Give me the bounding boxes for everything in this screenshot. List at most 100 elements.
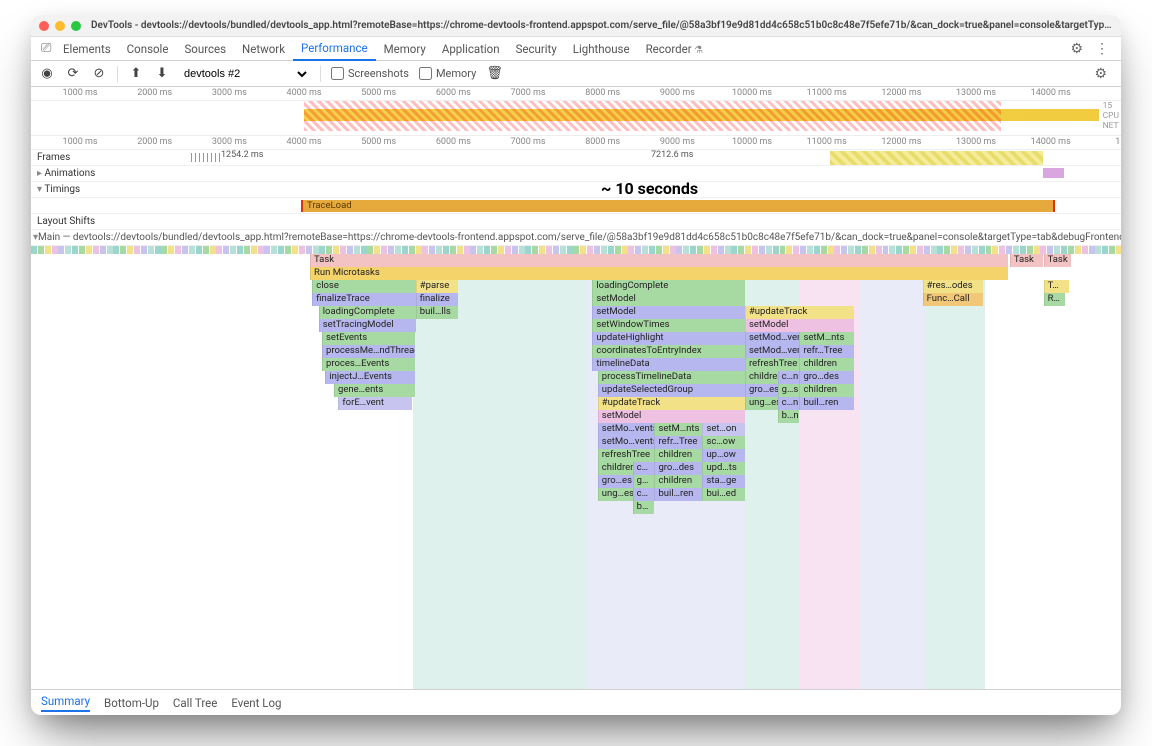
- flame-event[interactable]: updateSelectedGroup: [598, 384, 745, 397]
- flame-event[interactable]: c…n: [778, 397, 800, 410]
- upload-icon[interactable]: ⬆: [128, 66, 144, 81]
- flame-event[interactable]: #res…odes: [923, 280, 983, 293]
- flame-event[interactable]: ung…es: [745, 397, 778, 410]
- flame-event[interactable]: timelineData: [592, 358, 745, 371]
- flame-event[interactable]: children: [745, 371, 778, 384]
- animations-track[interactable]: Animations: [31, 166, 1121, 182]
- maximize-window-icon[interactable]: [71, 21, 81, 31]
- tab-sources[interactable]: Sources: [176, 38, 234, 60]
- flame-event[interactable]: setModel: [598, 410, 745, 423]
- flame-event[interactable]: bui…ed: [702, 488, 745, 501]
- flame-event[interactable]: ung…es: [598, 488, 633, 501]
- flame-event[interactable]: Run Microtasks: [310, 267, 1008, 280]
- flame-event[interactable]: proces…Events: [322, 358, 415, 371]
- tab-performance[interactable]: Performance: [293, 37, 376, 61]
- tab-recorder[interactable]: Recorder: [638, 38, 712, 60]
- screenshots-checkbox[interactable]: Screenshots: [331, 67, 409, 80]
- tab-memory[interactable]: Memory: [376, 38, 434, 60]
- flame-event[interactable]: R…: [1044, 293, 1066, 306]
- flame-event[interactable]: Task: [310, 254, 1008, 267]
- main-thread-header[interactable]: Main — devtools://devtools/bundled/devto…: [31, 230, 1121, 246]
- flame-event[interactable]: gro…es: [598, 475, 633, 488]
- inspect-element-icon[interactable]: ⎚: [37, 41, 55, 56]
- flame-event[interactable]: sta…ge: [702, 475, 745, 488]
- flame-chart[interactable]: TaskTaskTaskRun Microtasksclose#parseloa…: [31, 246, 1121, 689]
- cpu-overview[interactable]: 15 CPU NET: [31, 101, 1121, 131]
- flame-event[interactable]: buil…lls: [416, 306, 459, 319]
- flame-event[interactable]: setModel: [592, 293, 745, 306]
- flame-event[interactable]: coordinatesToEntryIndex: [592, 345, 745, 358]
- flame-event[interactable]: close: [312, 280, 416, 293]
- flame-event[interactable]: finalize: [416, 293, 459, 306]
- flame-event[interactable]: finalizeTrace: [312, 293, 416, 306]
- flame-event[interactable]: setMo…vents: [598, 423, 655, 436]
- tab-elements[interactable]: Elements: [55, 38, 119, 60]
- flame-event[interactable]: children: [799, 384, 854, 397]
- flame-event[interactable]: refreshTree: [745, 358, 800, 371]
- kebab-menu-icon[interactable]: ⋮: [1089, 41, 1115, 57]
- flame-event[interactable]: setMod…vents: [745, 345, 800, 358]
- flame-event[interactable]: forE…vent: [338, 397, 412, 410]
- flame-event[interactable]: refr…Tree: [654, 436, 702, 449]
- tab-security[interactable]: Security: [508, 38, 565, 60]
- tab-application[interactable]: Application: [434, 38, 508, 60]
- tab-network[interactable]: Network: [234, 38, 293, 60]
- capture-settings-gear-icon[interactable]: ⚙: [1088, 66, 1113, 82]
- flame-event[interactable]: Func…Call: [923, 293, 983, 306]
- flame-event[interactable]: gro…es: [745, 384, 778, 397]
- flame-event[interactable]: g…: [633, 475, 655, 488]
- flame-event[interactable]: Task: [1044, 254, 1071, 267]
- flame-event[interactable]: gene…ents: [334, 384, 415, 397]
- reload-icon[interactable]: ⟳: [65, 66, 81, 81]
- flame-event[interactable]: upd…ts: [702, 462, 745, 475]
- flame-event[interactable]: setTracingModel: [319, 319, 416, 332]
- flame-event[interactable]: injectJ…Events: [325, 371, 414, 384]
- flame-event[interactable]: Task: [1010, 254, 1043, 267]
- tab-call-tree[interactable]: Call Tree: [173, 696, 217, 710]
- tab-lighthouse[interactable]: Lighthouse: [565, 38, 638, 60]
- trash-icon[interactable]: 🗑: [486, 66, 502, 81]
- flame-event[interactable]: setEvents: [322, 332, 415, 345]
- tab-summary[interactable]: Summary: [41, 694, 90, 712]
- flame-event[interactable]: setMod…vents: [745, 332, 800, 345]
- flame-event[interactable]: refreshTree: [598, 449, 655, 462]
- flame-event[interactable]: gro…des: [799, 371, 854, 384]
- flame-event[interactable]: setModel: [592, 306, 745, 319]
- overview-ruler[interactable]: 1000 ms2000 ms3000 ms4000 ms5000 ms6000 …: [31, 87, 1121, 101]
- flame-event[interactable]: b…n: [778, 410, 800, 423]
- session-select[interactable]: devtools #2: [180, 67, 310, 81]
- tab-bottom-up[interactable]: Bottom-Up: [104, 696, 159, 710]
- flame-event[interactable]: sc…ow: [702, 436, 745, 449]
- close-window-icon[interactable]: [39, 21, 49, 31]
- flame-event[interactable]: set…on: [702, 423, 745, 436]
- frames-track[interactable]: Frames 1254.2 ms 7212.6 ms: [31, 150, 1121, 166]
- main-ruler[interactable]: 1000 ms2000 ms3000 ms4000 ms5000 ms6000 …: [31, 136, 1121, 150]
- clear-icon[interactable]: ⊘: [91, 66, 107, 81]
- flame-event[interactable]: setMo…vents: [598, 436, 655, 449]
- flame-event[interactable]: setWindowTimes: [592, 319, 745, 332]
- flame-event[interactable]: processMe…ndThreads: [322, 345, 415, 358]
- flame-event[interactable]: setM…nts: [654, 423, 702, 436]
- flame-event[interactable]: #updateTrack: [745, 306, 854, 319]
- flame-event[interactable]: #updateTrack: [598, 397, 745, 410]
- flame-event[interactable]: c…n: [778, 371, 800, 384]
- flame-event[interactable]: updateHighlight: [592, 332, 745, 345]
- flame-event[interactable]: children: [654, 475, 702, 488]
- flame-event[interactable]: refr…Tree: [799, 345, 854, 358]
- flame-event[interactable]: setM…nts: [799, 332, 854, 345]
- flame-event[interactable]: gro…des: [654, 462, 702, 475]
- flame-event[interactable]: loadingComplete: [319, 306, 416, 319]
- memory-checkbox[interactable]: Memory: [419, 67, 476, 80]
- flame-event[interactable]: children: [654, 449, 702, 462]
- flame-event[interactable]: children: [598, 462, 633, 475]
- flame-event[interactable]: setModel: [745, 319, 854, 332]
- record-icon[interactable]: ◉: [39, 66, 55, 81]
- flame-event[interactable]: T…: [1044, 280, 1069, 293]
- flame-event[interactable]: up…ow: [702, 449, 745, 462]
- tab-console[interactable]: Console: [119, 38, 177, 60]
- trace-load-bar[interactable]: TraceLoad: [301, 200, 1055, 212]
- layout-shifts-track[interactable]: Layout Shifts: [31, 214, 1121, 230]
- flame-event[interactable]: children: [799, 358, 854, 371]
- flame-event[interactable]: loadingComplete: [592, 280, 745, 293]
- flame-event[interactable]: g…s: [778, 384, 800, 397]
